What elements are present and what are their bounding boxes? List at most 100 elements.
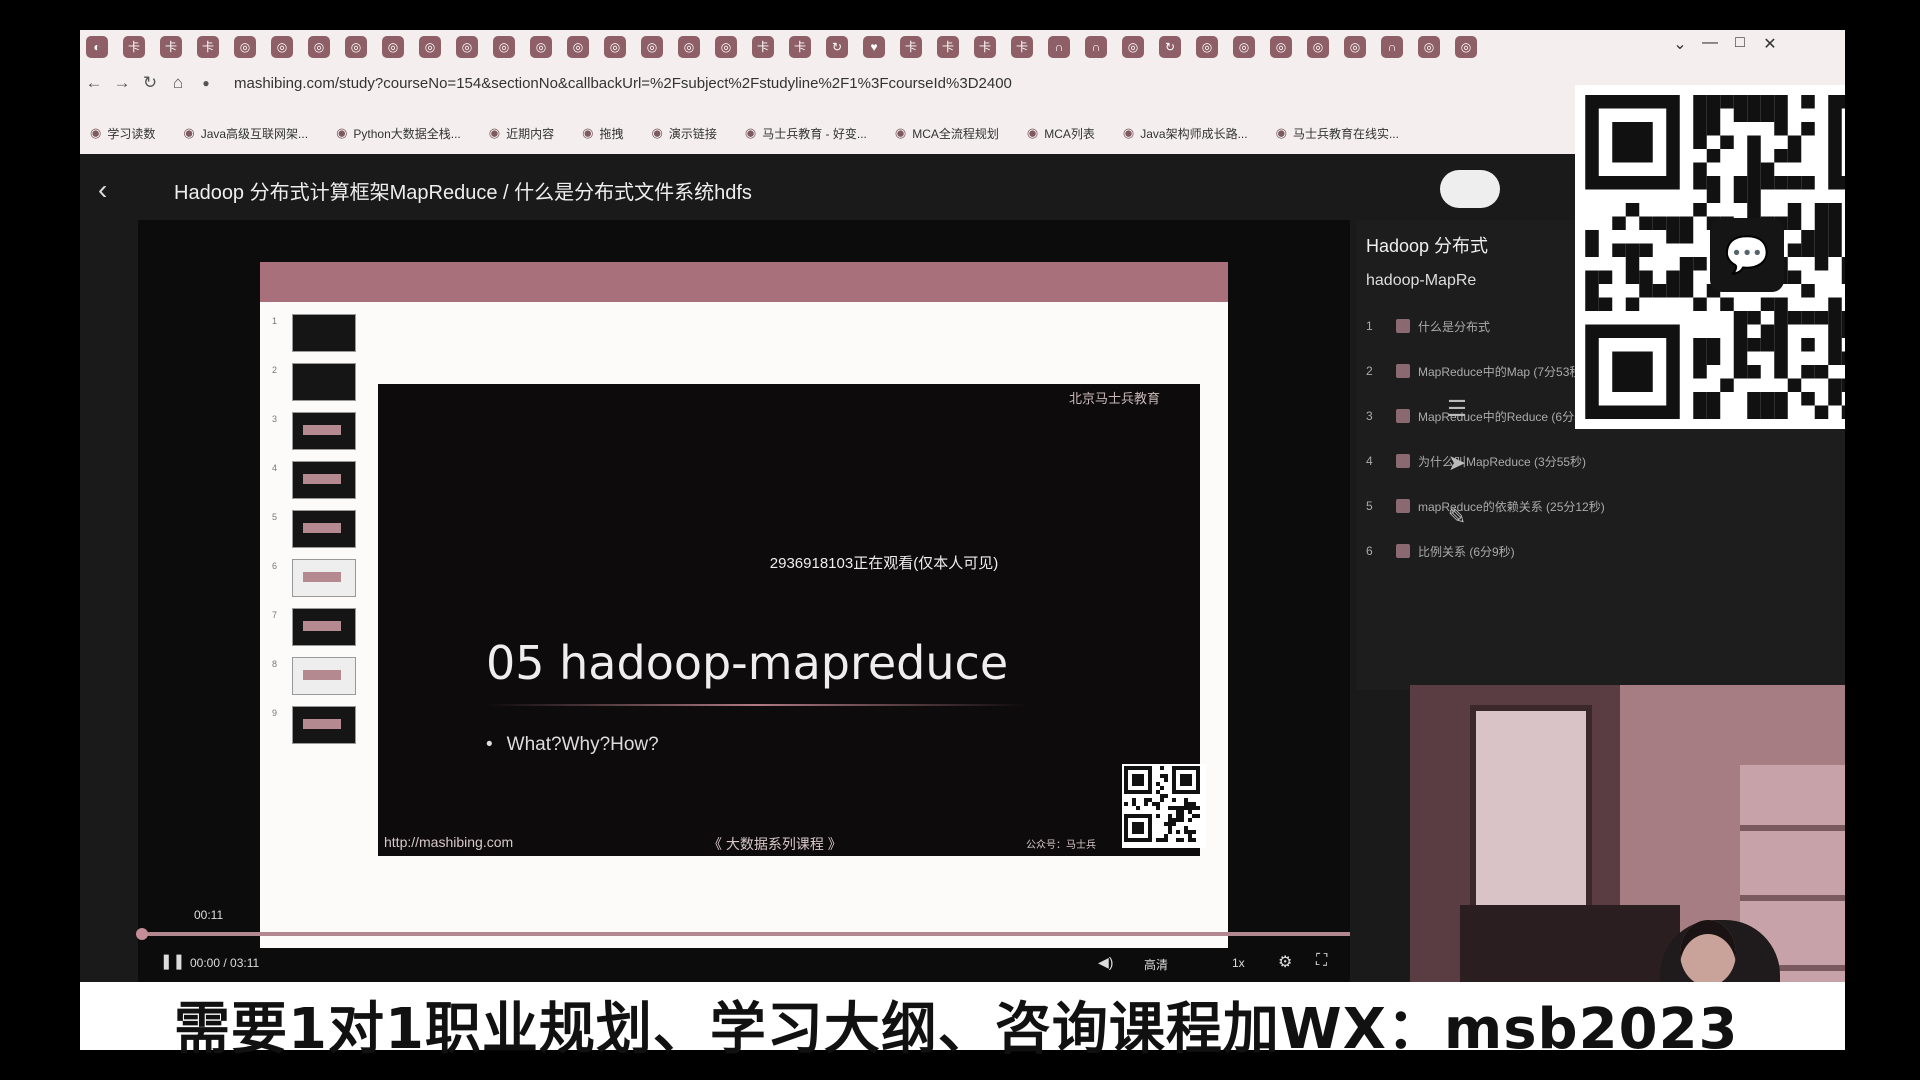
browser-tab[interactable]: ∩: [1048, 36, 1070, 58]
browser-tab[interactable]: ◎: [382, 36, 404, 58]
url-field[interactable]: mashibing.com/study?courseNo=154&section…: [234, 75, 1012, 92]
gear-icon[interactable]: ⚙: [1278, 952, 1292, 972]
bookmark-item[interactable]: ◉ 演示链接: [652, 125, 717, 142]
volume-icon[interactable]: ◀): [1098, 954, 1113, 971]
back-icon[interactable]: ←: [80, 73, 108, 93]
home-icon[interactable]: ⌂: [164, 73, 192, 93]
bookmark-icon: ◉: [90, 125, 102, 140]
lesson-number: 3: [1366, 409, 1373, 423]
slide-thumbnail[interactable]: 1: [266, 312, 356, 361]
bookmark-icon: ◉: [1026, 125, 1039, 140]
browser-tab[interactable]: ◎: [1122, 36, 1144, 58]
bookmark-item[interactable]: ◉ 近期内容: [489, 125, 554, 142]
edit-icon[interactable]: ✎: [1427, 490, 1487, 544]
progress-handle[interactable]: [136, 928, 148, 940]
lesson-number: 4: [1366, 454, 1373, 468]
browser-tab[interactable]: 卡: [789, 36, 811, 58]
thumbnail-number: 2: [272, 365, 278, 375]
bookmark-item[interactable]: ◉ Java高级互联网架...: [183, 125, 308, 142]
browser-tab[interactable]: ◐: [86, 36, 108, 58]
browser-tab[interactable]: 卡: [900, 36, 922, 58]
lesson-number: 2: [1366, 364, 1373, 378]
browser-tab[interactable]: 卡: [1011, 36, 1033, 58]
bookmark-item[interactable]: ◉ 马士兵教育在线实...: [1276, 125, 1399, 142]
lesson-item[interactable]: 6 比例关系 (6分9秒): [1366, 541, 1515, 561]
lesson-item[interactable]: 1 什么是分布式: [1366, 316, 1490, 336]
bookmark-item[interactable]: ◉ Python大数据全栈...: [336, 125, 461, 142]
bookmark-item[interactable]: ◉ 拖拽: [582, 125, 623, 142]
slide-divider: [486, 704, 1026, 706]
bookmark-item[interactable]: ◉ 马士兵教育 - 好变...: [745, 125, 867, 142]
list-icon[interactable]: ☰: [1427, 382, 1487, 436]
browser-tab[interactable]: ◎: [715, 36, 737, 58]
browser-tab[interactable]: ◎: [345, 36, 367, 58]
browser-tab[interactable]: ◎: [1344, 36, 1366, 58]
slide-thumbnail[interactable]: 4: [266, 459, 356, 508]
bookmark-item[interactable]: ◉ MCA列表: [1027, 125, 1095, 142]
pause-icon[interactable]: ❚❚: [160, 952, 185, 970]
browser-tab[interactable]: ↻: [1159, 36, 1181, 58]
thumbnail-content: [303, 572, 341, 582]
send-icon[interactable]: ➤: [1427, 436, 1487, 490]
browser-tab[interactable]: 卡: [160, 36, 182, 58]
slide-thumbnail[interactable]: 6: [266, 557, 356, 606]
fullscreen-icon[interactable]: ⛶: [1316, 952, 1327, 970]
quality-button[interactable]: 高清: [1144, 956, 1168, 973]
browser-tab[interactable]: ◎: [234, 36, 256, 58]
slide-thumbnail[interactable]: 5: [266, 508, 356, 557]
lesson-item[interactable]: 2 MapReduce中的Map (7分53秒): [1366, 361, 1585, 381]
browser-tab[interactable]: 卡: [123, 36, 145, 58]
browser-tab[interactable]: ◎: [1196, 36, 1218, 58]
back-chevron-icon[interactable]: ‹: [98, 174, 107, 206]
browser-tab[interactable]: 卡: [937, 36, 959, 58]
browser-tab[interactable]: ◎: [271, 36, 293, 58]
header-pill-button[interactable]: [1440, 170, 1500, 208]
chevron-down-icon[interactable]: ⌄: [1665, 34, 1695, 54]
slide-thumbnail[interactable]: 7: [266, 606, 356, 655]
close-button[interactable]: ✕: [1755, 34, 1785, 54]
browser-tab[interactable]: ◎: [641, 36, 663, 58]
browser-tab[interactable]: 卡: [752, 36, 774, 58]
restore-button[interactable]: □: [1725, 34, 1755, 54]
bookmark-icon: ◉: [651, 125, 663, 140]
bookmark-label: 近期内容: [506, 126, 555, 141]
browser-tab[interactable]: ◎: [1270, 36, 1292, 58]
thumbnail-number: 7: [272, 610, 278, 620]
browser-tab[interactable]: ◎: [567, 36, 589, 58]
browser-tab[interactable]: 卡: [197, 36, 219, 58]
browser-tab[interactable]: ◎: [1307, 36, 1329, 58]
browser-tab[interactable]: ◎: [1418, 36, 1440, 58]
progress-bar[interactable]: [136, 928, 1350, 940]
browser-tab[interactable]: ◎: [493, 36, 515, 58]
slide-footer: http://mashibing.com 《 大数据系列课程 》 公众号：马士兵: [378, 830, 1200, 854]
slide-thumbnail[interactable]: 9: [266, 704, 356, 753]
browser-tab[interactable]: ◎: [678, 36, 700, 58]
browser-tab[interactable]: ◎: [308, 36, 330, 58]
browser-tab[interactable]: ↻: [826, 36, 848, 58]
browser-tab[interactable]: ◎: [419, 36, 441, 58]
lesson-title: 比例关系 (6分9秒): [1418, 544, 1515, 559]
browser-tab[interactable]: ◎: [604, 36, 626, 58]
bookmark-item[interactable]: ◉ MCA全流程规划: [895, 125, 999, 142]
browser-tab[interactable]: ∩: [1085, 36, 1107, 58]
video-player[interactable]: 1 2 3 4 5 6 7 8 9 北京马士兵教育 2936918103正在观看(仅本人可见) …: [136, 220, 1350, 994]
bookmark-icon: ◉: [894, 125, 907, 140]
slide-thumbnail[interactable]: 2: [266, 361, 356, 410]
slide-thumbnail[interactable]: 8: [266, 655, 356, 704]
browser-tab[interactable]: ♥: [863, 36, 885, 58]
slide-thumbnail[interactable]: 3: [266, 410, 356, 459]
minimize-button[interactable]: —: [1695, 34, 1725, 54]
browser-tab[interactable]: 卡: [974, 36, 996, 58]
hover-time-tooltip: 00:11: [194, 908, 224, 922]
browser-tab[interactable]: ◎: [456, 36, 478, 58]
speed-button[interactable]: 1x: [1232, 956, 1245, 970]
browser-tab[interactable]: ◎: [1455, 36, 1477, 58]
bookmark-item[interactable]: ◉ Java架构师成长路...: [1123, 125, 1248, 142]
browser-tab[interactable]: ∩: [1381, 36, 1403, 58]
thumbnail-number: 9: [272, 708, 278, 718]
browser-tab[interactable]: ◎: [530, 36, 552, 58]
forward-icon[interactable]: →: [108, 73, 136, 93]
bookmark-item[interactable]: ◉ 学习读数: [90, 125, 155, 142]
browser-tab[interactable]: ◎: [1233, 36, 1255, 58]
reload-icon[interactable]: ↻: [136, 73, 164, 93]
